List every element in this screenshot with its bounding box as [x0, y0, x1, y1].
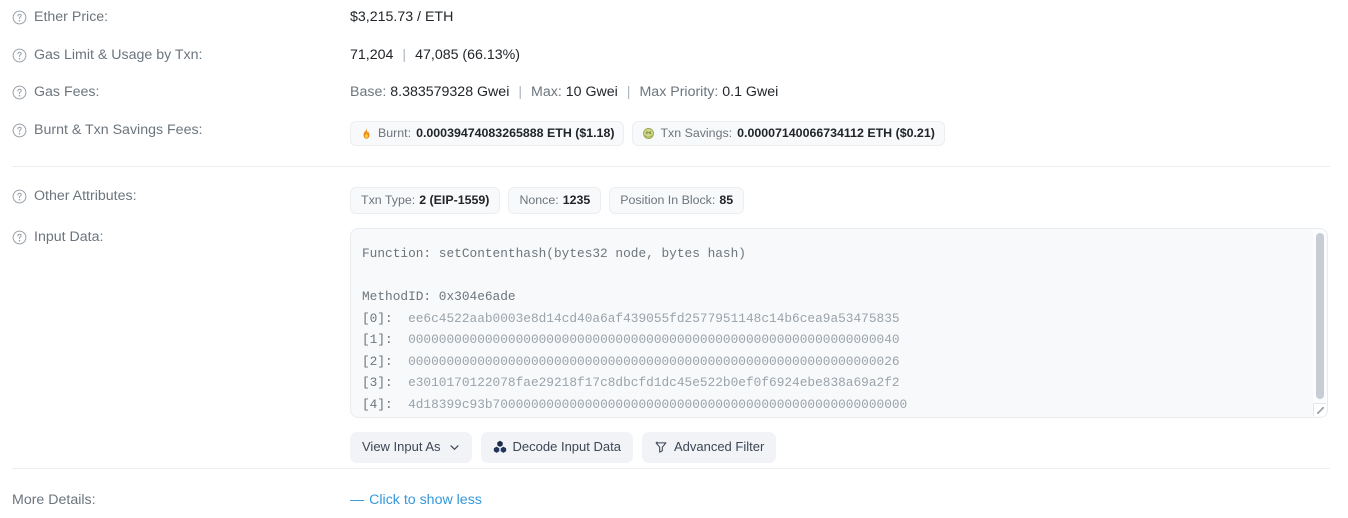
burnt-fee-value: 0.00039474083265888 ETH ($1.18): [416, 126, 615, 140]
ether-price-value: $3,215.73 / ETH: [350, 9, 454, 25]
txn-type-badge: Txn Type: 2 (EIP-1559): [350, 187, 501, 214]
other-attributes-label: Other Attributes:: [34, 188, 137, 204]
gas-limit-value-cell: 71,204 | 47,085 (66.13%): [350, 46, 1348, 64]
help-icon[interactable]: [12, 189, 27, 204]
advanced-filter-label: Advanced Filter: [673, 439, 765, 454]
other-attributes-value-cell: Txn Type: 2 (EIP-1559) Nonce: 1235 Posit…: [350, 187, 1348, 214]
row-input-data: Input Data: Function: setContenthash(byt…: [0, 228, 1348, 463]
burnt-fee-badge: Burnt: 0.00039474083265888 ETH ($1.18): [350, 121, 625, 146]
input-methodid-line: MethodID: 0x304e6ade: [362, 289, 516, 304]
burnt-fee-key: Burnt:: [378, 126, 412, 140]
gas-fees-separator-1: |: [518, 84, 523, 100]
row-burnt-savings: Burnt & Txn Savings Fees: Burnt: 0.00039…: [0, 121, 1348, 146]
gas-fees-value-cell: Base: 8.383579328 Gwei | Max: 10 Gwei | Max …: [350, 83, 1348, 101]
input-data-value-cell: Function: setContenthash(bytes32 node, b…: [350, 228, 1348, 463]
transaction-details-panel: Ether Price: $3,215.73 / ETH Gas Limit &…: [0, 0, 1348, 518]
row-other-attributes: Other Attributes: Txn Type: 2 (EIP-1559)…: [0, 187, 1348, 214]
input-arg-index-1: [1]:: [362, 332, 393, 347]
chevron-down-icon: [449, 442, 460, 453]
gas-max-value: 10 Gwei: [565, 84, 618, 100]
more-details-label-cell: More Details:: [0, 491, 350, 509]
input-data-textarea[interactable]: Function: setContenthash(bytes32 node, b…: [350, 228, 1328, 418]
input-data-actions: View Input As Decode Input Data Advanced…: [350, 432, 1348, 463]
help-icon[interactable]: [12, 230, 27, 245]
cubes-icon: [493, 440, 507, 454]
gas-limit-label-cell: Gas Limit & Usage by Txn:: [0, 46, 350, 64]
show-less-dash: —: [350, 492, 366, 508]
position-in-block-value: 85: [719, 193, 734, 207]
input-function-line: Function: setContenthash(bytes32 node, b…: [362, 246, 746, 261]
row-gas-fees: Gas Fees: Base: 8.383579328 Gwei | Max: 10…: [0, 83, 1348, 101]
section-divider-bottom: [12, 468, 1330, 469]
ether-price-value-cell: $3,215.73 / ETH: [350, 8, 1348, 26]
gas-base-key: Base:: [350, 84, 387, 100]
gas-priority-key: Max Priority:: [639, 84, 719, 100]
gas-limit-label: Gas Limit & Usage by Txn:: [34, 47, 203, 63]
gas-usage-value: 47,085 (66.13%): [415, 47, 520, 63]
help-icon[interactable]: [12, 123, 27, 138]
flame-icon: [360, 127, 373, 140]
help-icon[interactable]: [12, 10, 27, 25]
input-arg-hex-3: e3010170122078fae29218f17c8dbcfd1dc45e52…: [408, 375, 900, 390]
gas-max-key: Max:: [531, 84, 562, 100]
input-data-label-cell: Input Data:: [0, 228, 350, 246]
input-arg-index-4: [4]:: [362, 396, 393, 412]
burnt-savings-value-cell: Burnt: 0.00039474083265888 ETH ($1.18) T…: [350, 121, 1348, 146]
row-gas-limit: Gas Limit & Usage by Txn: 71,204 | 47,085 …: [0, 46, 1348, 64]
input-arg-hex-4: 4d18399c93b70000000000000000000000000000…: [408, 396, 908, 412]
input-arg-hex-1: 0000000000000000000000000000000000000000…: [408, 332, 900, 347]
input-arg-index-0: [0]:: [362, 310, 393, 326]
other-attributes-label-cell: Other Attributes:: [0, 187, 350, 205]
gas-priority-value: 0.1 Gwei: [722, 84, 779, 100]
show-less-text: Click to show less: [369, 492, 482, 508]
position-in-block-key: Position In Block:: [620, 193, 716, 207]
input-arg-index-2: [2]:: [362, 353, 393, 369]
gas-fees-label: Gas Fees:: [34, 84, 100, 100]
help-icon[interactable]: [12, 48, 27, 63]
input-data-scrollbar[interactable]: [1313, 229, 1327, 417]
ether-price-label-cell: Ether Price:: [0, 8, 350, 26]
row-more-details: More Details: — Click to show less: [0, 491, 1348, 509]
burnt-savings-label-cell: Burnt & Txn Savings Fees:: [0, 121, 350, 139]
gas-fees-label-cell: Gas Fees:: [0, 83, 350, 101]
view-input-as-button[interactable]: View Input As: [350, 432, 472, 463]
nonce-badge: Nonce: 1235: [508, 187, 602, 214]
gas-fees-separator-2: |: [626, 84, 631, 100]
other-attributes-pill-group: Txn Type: 2 (EIP-1559) Nonce: 1235 Posit…: [350, 187, 1348, 214]
section-divider-top: [12, 166, 1330, 167]
funnel-sparkle-icon: [654, 440, 668, 454]
input-arg-hex-0: ee6c4522aab0003e8d14cd40a6af439055fd2577…: [408, 310, 900, 326]
txn-type-value: 2 (EIP-1559): [419, 193, 490, 207]
ether-price-label: Ether Price:: [34, 9, 109, 25]
gas-limit-value: 71,204: [350, 47, 394, 63]
input-arg-hex-2: 0000000000000000000000000000000000000000…: [408, 353, 900, 369]
decode-input-data-label: Decode Input Data: [512, 439, 621, 454]
txn-savings-badge: Txn Savings: 0.00007140066734112 ETH ($0…: [632, 121, 945, 146]
gas-base-value: 8.383579328 Gwei: [390, 84, 510, 100]
input-data-scrollbar-thumb[interactable]: [1316, 233, 1324, 399]
nonce-key: Nonce:: [519, 193, 559, 207]
input-data-content: Function: setContenthash(bytes32 node, b…: [351, 229, 1313, 417]
help-icon[interactable]: [12, 85, 27, 100]
input-data-label: Input Data:: [34, 229, 104, 245]
click-to-show-less-link[interactable]: — Click to show less: [350, 492, 482, 508]
burnt-savings-pill-group: Burnt: 0.00039474083265888 ETH ($1.18) T…: [350, 121, 1348, 146]
burnt-savings-label: Burnt & Txn Savings Fees:: [34, 122, 203, 138]
position-in-block-badge: Position In Block: 85: [609, 187, 745, 214]
advanced-filter-button[interactable]: Advanced Filter: [641, 432, 777, 463]
view-input-as-label: View Input As: [362, 439, 441, 454]
gas-limit-separator: |: [402, 47, 407, 63]
coin-icon: [642, 127, 655, 140]
txn-type-key: Txn Type:: [361, 193, 416, 207]
row-ether-price: Ether Price: $3,215.73 / ETH: [0, 8, 1348, 26]
nonce-value: 1235: [562, 193, 591, 207]
decode-input-data-button[interactable]: Decode Input Data: [480, 432, 633, 463]
txn-savings-key: Txn Savings:: [660, 126, 733, 140]
more-details-value-cell: — Click to show less: [350, 491, 1348, 509]
input-arg-index-3: [3]:: [362, 375, 393, 390]
txn-savings-value: 0.00007140066734112 ETH ($0.21): [737, 126, 935, 140]
input-data-resize-handle[interactable]: [1313, 403, 1326, 416]
more-details-label: More Details:: [12, 492, 96, 508]
